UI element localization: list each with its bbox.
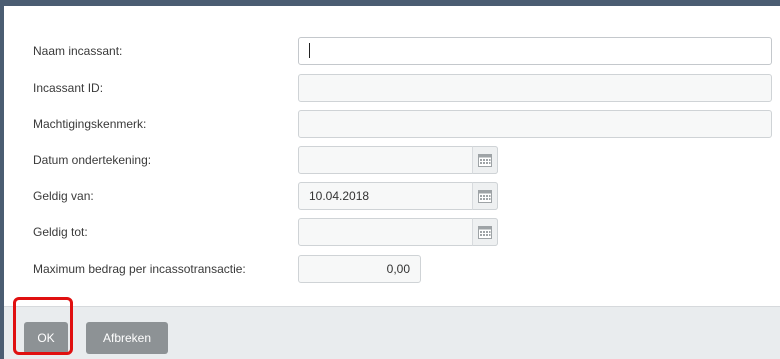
mandate-form: Naam incassant: Incassant ID: Machtiging… (4, 6, 780, 306)
incassant-id-label: Incassant ID: (33, 81, 104, 95)
calendar-icon (478, 154, 492, 167)
row-naam-incassant: Naam incassant: (4, 37, 780, 67)
geldig-van-input[interactable]: 10.04.2018 (298, 182, 498, 210)
geldig-tot-calendar-button[interactable] (472, 218, 498, 246)
row-incassant-id: Incassant ID: (4, 74, 780, 104)
calendar-icon (478, 226, 492, 239)
incassant-id-input[interactable] (298, 74, 772, 102)
dialog-footer: OK Afbreken (4, 306, 780, 359)
row-maximum-bedrag: Maximum bedrag per incassotransactie: 0,… (4, 255, 780, 285)
row-geldig-tot: Geldig tot: (4, 218, 780, 248)
datum-ondertekening-calendar-button[interactable] (472, 146, 498, 174)
cancel-button[interactable]: Afbreken (86, 322, 168, 354)
dialog: Naam incassant: Incassant ID: Machtiging… (0, 0, 780, 359)
naam-incassant-input[interactable] (298, 37, 772, 65)
row-geldig-van: Geldig van: 10.04.2018 (4, 182, 780, 212)
row-datum-ondertekening: Datum ondertekening: (4, 146, 780, 176)
geldig-tot-label: Geldig tot: (33, 225, 88, 239)
text-cursor (309, 43, 310, 58)
ok-button-highlight (13, 297, 73, 355)
maximum-bedrag-label: Maximum bedrag per incassotransactie: (33, 262, 246, 276)
datum-ondertekening-input[interactable] (298, 146, 498, 174)
machtigingskenmerk-input[interactable] (298, 110, 772, 138)
geldig-tot-input[interactable] (298, 218, 498, 246)
geldig-van-calendar-button[interactable] (472, 182, 498, 210)
datum-ondertekening-label: Datum ondertekening: (33, 153, 152, 167)
calendar-icon (478, 190, 492, 203)
row-machtigingskenmerk: Machtigingskenmerk: (4, 110, 780, 140)
machtigingskenmerk-label: Machtigingskenmerk: (33, 117, 147, 131)
maximum-bedrag-input[interactable]: 0,00 (298, 255, 421, 283)
geldig-van-label: Geldig van: (33, 189, 94, 203)
naam-incassant-label: Naam incassant: (33, 44, 123, 58)
